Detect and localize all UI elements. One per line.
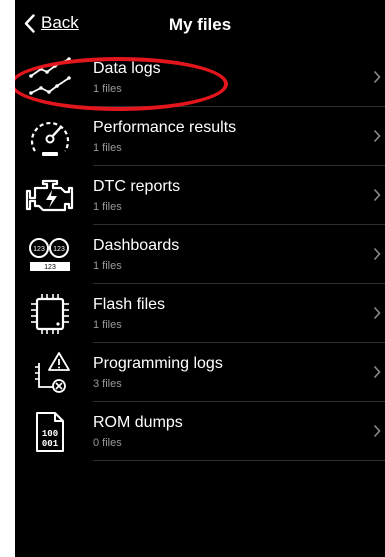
item-count: 3 files [93,378,122,390]
page-title: My files [168,15,232,34]
item-count: 1 files [93,319,122,331]
display-readout: 123 [44,264,56,271]
chevron-right-icon [373,188,381,202]
rom-bits-line-2: 001 [42,439,59,449]
chevron-right-icon [373,129,381,143]
gauge-readout-left: 123 [33,246,45,253]
navigation-bar: Back My files [15,0,385,48]
item-count: 1 files [93,201,122,213]
engine-icon [25,174,75,218]
speedometer-icon [25,115,75,159]
chevron-right-icon [373,306,381,320]
item-count: 1 files [93,260,122,272]
chevron-right-icon [373,247,381,261]
binary-file-icon: 100 001 [25,410,75,454]
files-screen: Back My files Data logs 1 files Performa… [15,0,385,557]
chip-icon [25,292,75,336]
gauges-icon: 123 123 123 [25,233,75,277]
chevron-right-icon [373,424,381,438]
list-item-data-logs[interactable]: Data logs 1 files [15,48,385,107]
item-label: DTC reports [93,178,181,195]
item-count: 1 files [93,83,122,95]
list-item-dashboards[interactable]: 123 123 123 Dashboards 1 files [15,225,385,284]
item-label: Performance results [93,119,237,136]
item-count: 1 files [93,142,122,154]
rom-bits-line-1: 100 [42,429,58,439]
item-label: Flash files [93,296,166,313]
chevron-right-icon [373,70,381,84]
list-item-performance-results[interactable]: Performance results 1 files [15,107,385,166]
files-list: Data logs 1 files Performance results 1 … [15,48,385,461]
list-item-programming-logs[interactable]: Programming logs 3 files [15,343,385,402]
list-item-flash-files[interactable]: Flash files 1 files [15,284,385,343]
chevron-right-icon [373,365,381,379]
list-item-dtc-reports[interactable]: DTC reports 1 files [15,166,385,225]
line-chart-icon [25,56,75,100]
list-item-rom-dumps[interactable]: 100 001 ROM dumps 0 files [15,402,385,461]
item-label: Programming logs [93,355,223,372]
gauge-readout-right: 123 [53,246,65,253]
item-count: 0 files [93,437,122,449]
item-label: Dashboards [93,237,180,254]
row-divider [93,460,385,461]
warning-log-icon [25,351,75,395]
item-label: Data logs [93,60,161,77]
item-label: ROM dumps [93,414,183,431]
